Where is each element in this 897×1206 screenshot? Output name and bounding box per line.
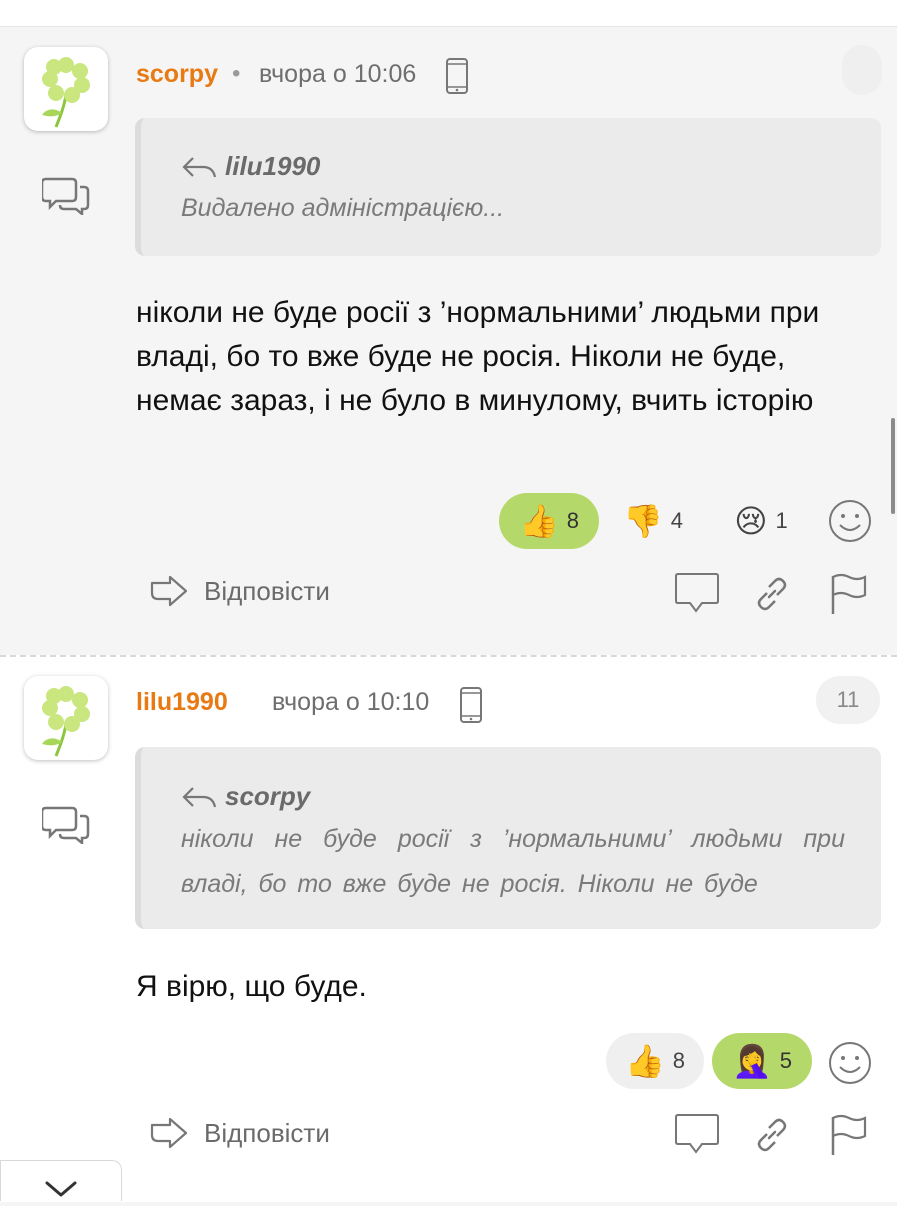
comment-body: Я вірю, що буде. [136, 970, 367, 1003]
mobile-device-icon [446, 58, 468, 94]
comment-bubble-icon[interactable] [674, 1112, 720, 1156]
thumbs-up-icon: 👍 [518, 503, 559, 539]
comment-author[interactable]: lilu1990 [136, 688, 228, 717]
quote-text: ніколи не буде росії з ’нормальними’ люд… [181, 825, 845, 898]
report-flag-icon[interactable] [829, 1114, 867, 1156]
reply-arrow-icon [182, 156, 217, 177]
reaction-facepalm[interactable]: 🤦‍♀️ 5 [712, 1033, 812, 1089]
reaction-crying-face[interactable]: 😢 1 [713, 493, 809, 549]
flower-avatar-icon [42, 686, 90, 757]
add-reaction-smile-icon[interactable] [828, 499, 872, 543]
quote-text: Видалено адміністрацією... [181, 194, 505, 222]
comment-body: ніколи не буде росії з ’нормальними’ люд… [136, 296, 820, 417]
quoted-comment[interactable]: lilu1990 Видалено адміністрацією... [135, 118, 881, 256]
thumbs-up-icon: 👍 [624, 1043, 665, 1079]
comment-author[interactable]: scorpy [136, 60, 218, 89]
mobile-device-icon [460, 687, 482, 723]
comment-card: scorpy • вчора о 10:06 lilu1990 Видалено… [0, 27, 897, 653]
crying-face-icon: 😢 [734, 503, 768, 539]
quote-author: lilu1990 [225, 151, 321, 181]
reply-button[interactable]: Відповісти [150, 1117, 330, 1149]
collapse-button[interactable] [0, 1160, 122, 1201]
reaction-count: 5 [779, 1048, 793, 1073]
reaction-thumbs-up[interactable]: 👍 8 [606, 1033, 704, 1089]
report-flag-icon[interactable] [829, 573, 867, 615]
chevron-down-icon [45, 1181, 77, 1197]
scrollbar-thumb[interactable] [891, 418, 895, 514]
comment-card: lilu1990 вчора о 10:10 11 scorpy ніколи … [0, 655, 897, 1202]
reaction-thumbs-down[interactable]: 👎 4 [605, 493, 701, 549]
quote-author: scorpy [225, 781, 311, 811]
comment-time[interactable]: вчора о 10:10 [272, 688, 429, 717]
avatar[interactable] [24, 676, 108, 760]
thread-icon[interactable] [42, 175, 90, 215]
reaction-count: 4 [670, 508, 684, 533]
reaction-count: 8 [672, 1048, 686, 1073]
reply-forward-icon [150, 1117, 188, 1149]
reaction-thumbs-up[interactable]: 👍 8 [499, 493, 599, 549]
comment-bubble-icon[interactable] [674, 571, 720, 615]
thumbs-down-icon: 👎 [622, 503, 663, 539]
quoted-comment[interactable]: scorpy ніколи не буде росії з ’нормальни… [135, 747, 881, 929]
reply-arrow-icon [182, 786, 217, 807]
reply-label: Відповісти [204, 1117, 330, 1148]
reply-label: Відповісти [204, 575, 330, 606]
flower-avatar-icon [42, 57, 90, 128]
thread-icon[interactable] [42, 804, 90, 844]
link-icon[interactable] [753, 1116, 791, 1154]
link-icon[interactable] [753, 575, 791, 613]
add-reaction-smile-icon[interactable] [828, 1041, 872, 1085]
meta-separator: • [232, 60, 241, 87]
avatar[interactable] [24, 47, 108, 131]
previous-comment-edge [0, 0, 897, 27]
reply-count-badge[interactable]: 11 [816, 676, 880, 724]
reaction-count: 8 [566, 508, 580, 533]
reply-forward-icon [150, 575, 188, 607]
facepalm-icon: 🤦‍♀️ [731, 1043, 772, 1079]
reply-count-badge [842, 45, 882, 95]
comment-time[interactable]: вчора о 10:06 [259, 60, 416, 89]
reaction-count: 1 [775, 508, 788, 533]
reply-button[interactable]: Відповісти [150, 575, 330, 607]
